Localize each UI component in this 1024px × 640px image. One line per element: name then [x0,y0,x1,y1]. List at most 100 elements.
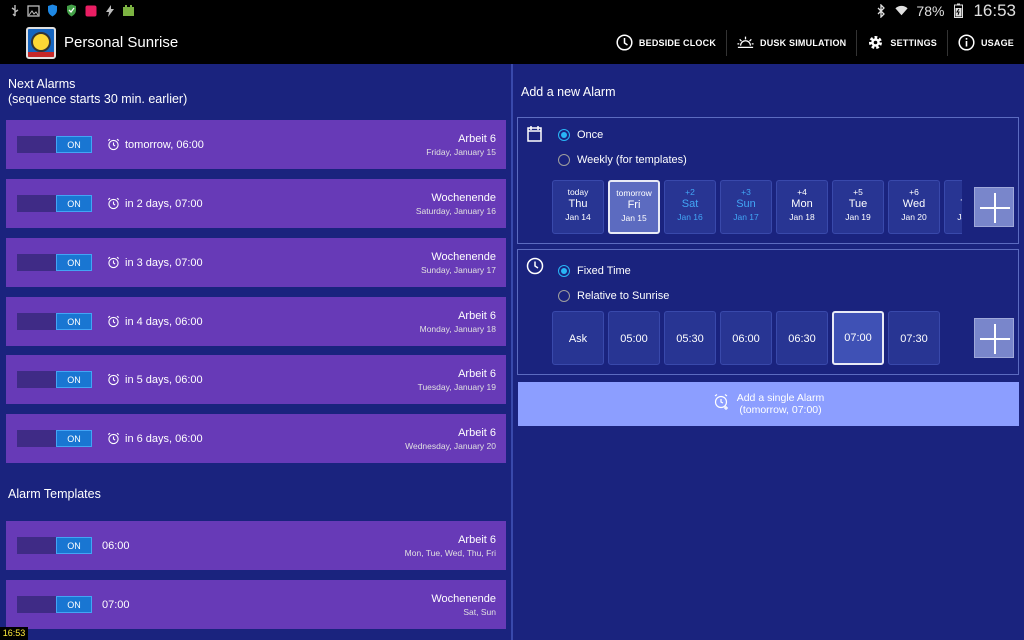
day-tile[interactable]: +6 Wed Jan 20 [888,180,940,234]
app-icon [84,4,97,17]
usb-icon [8,4,21,17]
template-days: Mon, Tue, Wed, Thu, Fri [404,547,496,558]
template-name: Wochenende [431,592,496,605]
alarm-name: Arbeit 6 [458,426,496,439]
alarm-when: tomorrow, 06:00 [125,138,204,151]
time-tile[interactable]: Ask [552,311,604,365]
relative-sunrise-option[interactable]: Relative to Sunrise [558,290,669,302]
template-time: 06:00 [102,539,130,552]
time-tile[interactable]: 07:00 [832,311,884,365]
day-tile[interactable]: tomorrow Fri Jan 15 [608,180,660,234]
alarm-toggle[interactable]: ON [17,313,92,330]
date-panel: Once Weekly (for templates) today Thu Jan … [517,117,1019,244]
day-date: Jan 14 [565,212,591,222]
fixed-time-label: Fixed Time [577,265,631,277]
usage-button[interactable]: USAGE [948,21,1024,64]
day-tile[interactable]: today Thu Jan 14 [552,180,604,234]
status-time: 16:53 [973,0,1016,20]
alarm-date: Saturday, January 16 [415,205,496,216]
flash-icon [103,4,116,17]
alarm-clock-icon [107,315,120,328]
alarm-card[interactable]: ON in 2 days, 07:00 Wochenende Saturday, Ja… [6,179,506,228]
add-single-alarm-label: Add a single Alarm (tomorrow, 07:00) [736,392,825,416]
alarms-pane[interactable]: Next Alarms (sequence starts 30 min. ear… [0,64,512,640]
once-option[interactable]: Once [558,129,603,141]
alarm-card[interactable]: ON in 6 days, 06:00 Arbeit 6 Wednesday, Jan… [6,414,506,463]
time-tile[interactable]: 05:30 [664,311,716,365]
alarm-card[interactable]: ON in 4 days, 06:00 Arbeit 6 Monday, Januar… [6,297,506,346]
alarm-date: Tuesday, January 19 [417,381,496,392]
template-days: Sat, Sun [463,606,496,617]
alarm-card[interactable]: ON in 3 days, 07:00 Wochenende Sunday, Janu… [6,238,506,287]
status-bar: 78% 16:53 [0,0,1024,21]
relative-sunrise-radio[interactable] [558,290,570,302]
day-weekday: Mon [791,198,813,210]
alarm-toggle[interactable]: ON [17,195,92,212]
alarm-toggle[interactable]: ON [17,371,92,388]
alarm-add-icon [713,393,731,416]
fixed-time-radio[interactable] [558,265,570,277]
time-picker[interactable]: Ask 05:00 05:30 06:00 06:30 07:00 07:30 [552,311,962,365]
day-tile[interactable]: +7ThuJan 21 [944,180,962,234]
day-offset: +2 [685,187,695,197]
toggle-state: ON [56,313,92,330]
alarm-card[interactable]: ON in 5 days, 06:00 Arbeit 6 Tuesday, Janua… [6,355,506,404]
alarm-when: in 5 days, 06:00 [125,373,203,386]
dusk-simulation-button[interactable]: DUSK SIMULATION [727,21,856,64]
weekly-option[interactable]: Weekly (for templates) [558,154,687,166]
alarm-clock-icon [107,373,120,386]
alarm-toggle[interactable]: ON [17,430,92,447]
add-single-alarm-button[interactable]: Add a single Alarm (tomorrow, 07:00) [518,382,1019,426]
time-tile[interactable]: 05:00 [608,311,660,365]
time-tile[interactable]: 06:00 [720,311,772,365]
alarm-templates-title: Alarm Templates [8,487,101,501]
day-tile[interactable]: +3 Sun Jan 17 [720,180,772,234]
alarm-date: Wednesday, January 20 [405,440,496,451]
weekly-label: Weekly (for templates) [577,154,687,166]
template-card[interactable]: ON 07:00 Wochenende Sat, Sun [6,580,506,629]
calendar-icon [526,125,544,143]
weekly-radio[interactable] [558,154,570,166]
add-time-button[interactable] [974,318,1014,358]
toggle-state: ON [56,371,92,388]
template-toggle[interactable]: ON [17,596,92,613]
day-weekday: Sat [681,198,699,210]
day-tile[interactable]: +2 Sat Jan 16 [664,180,716,234]
template-toggle[interactable]: ON [17,537,92,554]
time-tile[interactable]: 07:30 [888,311,940,365]
template-card[interactable]: ON 06:00 Arbeit 6 Mon, Tue, Wed, Thu, Fri [6,521,506,570]
add-day-button[interactable] [974,187,1014,227]
alarm-toggle[interactable]: ON [17,136,92,153]
day-offset: +5 [853,187,863,197]
app-logo-icon[interactable] [26,26,56,59]
gear-icon [867,34,884,51]
day-weekday: Tue [848,198,868,210]
bedside-clock-button[interactable]: BEDSIDE CLOCK [606,21,726,64]
clock-icon [616,34,633,51]
toggle-state: ON [56,195,92,212]
alarm-toggle[interactable]: ON [17,254,92,271]
notification-icons [0,4,135,17]
settings-button[interactable]: SETTINGS [857,21,947,64]
day-date: Jan 17 [733,212,759,222]
alarm-date: Friday, January 15 [426,146,496,157]
day-weekday: Thu [568,198,588,210]
alarm-name: Wochenende [431,191,496,204]
toggle-state: ON [56,136,92,153]
day-picker[interactable]: today Thu Jan 14 tomorrow Fri Jan 15 +2 Sat Jan … [552,180,962,234]
once-radio[interactable] [558,129,570,141]
time-tile[interactable]: 06:30 [776,311,828,365]
day-weekday: Thu [945,197,962,211]
alarm-name: Arbeit 6 [458,367,496,380]
alarm-card[interactable]: ON tomorrow, 06:00 Arbeit 6 Friday, January… [6,120,506,169]
day-offset: +6 [909,187,919,197]
day-tile[interactable]: +4 Mon Jan 18 [776,180,828,234]
day-tile[interactable]: +5 Tue Jan 19 [832,180,884,234]
floating-clock: 16:53 [0,627,28,640]
day-offset: +7 [945,187,962,197]
alarm-name: Arbeit 6 [458,132,496,145]
day-offset: +3 [741,187,751,197]
wifi-icon [895,4,908,17]
bluetooth-icon [874,3,887,18]
fixed-time-option[interactable]: Fixed Time [558,265,631,277]
